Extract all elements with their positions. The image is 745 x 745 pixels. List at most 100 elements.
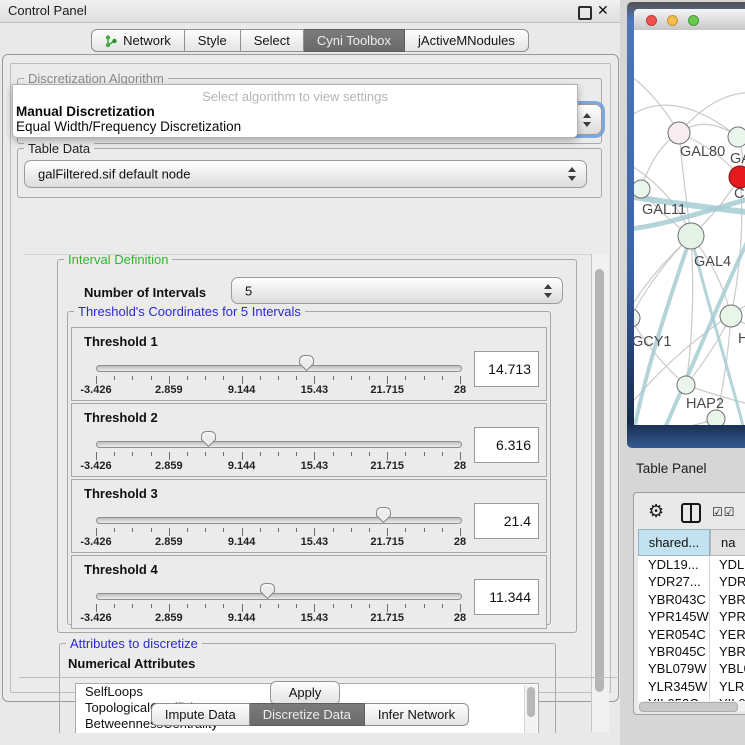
network-window-titlebar (634, 9, 745, 31)
popup-item-manual-discretization[interactable]: Manual Discretization (16, 104, 155, 119)
network-node[interactable] (668, 122, 690, 144)
apply-button[interactable]: Apply (270, 681, 340, 705)
slider-tick (314, 528, 315, 536)
network-node[interactable] (678, 223, 704, 249)
split-columns-icon[interactable] (681, 503, 701, 523)
network-node[interactable] (729, 166, 745, 188)
network-node[interactable] (707, 410, 725, 425)
column-header-name[interactable]: na (710, 529, 745, 556)
slider-tick-label: 9.144 (210, 460, 274, 472)
slider-thumb[interactable] (200, 430, 217, 453)
node-label: GAL4 (694, 254, 731, 270)
threshold-value-field[interactable]: 6.316 (474, 427, 539, 463)
panel-scrollbar-thumb[interactable] (595, 269, 604, 692)
table-row[interactable]: YDL19...YDL1 (638, 556, 745, 573)
node-label: C (734, 186, 744, 202)
slider-tick (169, 528, 170, 536)
network-canvas[interactable]: GAL80GACGAL11GAL4GCY1HHAP2 (634, 30, 745, 425)
table-row[interactable]: YBL079WYBL0 (638, 660, 745, 677)
table-row[interactable]: YLR345WYLR3 (638, 678, 745, 695)
network-node[interactable] (634, 180, 650, 198)
node-label: GAL11 (642, 202, 686, 218)
table-row[interactable]: YBR045CYBR0 (638, 643, 745, 660)
slider-track[interactable] (96, 365, 462, 372)
table-data-combo[interactable]: galFiltered.sif default node (24, 160, 587, 188)
slider-tick (151, 452, 152, 456)
network-node[interactable] (677, 376, 695, 394)
slider-track[interactable] (96, 593, 462, 600)
spinner-arrows-icon (544, 284, 552, 298)
slider-tick (442, 376, 443, 380)
network-edge[interactable] (634, 70, 679, 133)
numerical-attributes-label: Numerical Attributes (68, 656, 195, 671)
table-hscrollbar[interactable] (638, 701, 745, 711)
slider-tick (405, 452, 406, 456)
tab-impute-data[interactable]: Impute Data (151, 703, 250, 726)
checkbox-icons[interactable]: ☑☑ (712, 505, 736, 519)
slider-track[interactable] (96, 517, 462, 524)
tab-discretize-data[interactable]: Discretize Data (250, 703, 365, 726)
threshold-value-field[interactable]: 21.4 (474, 503, 539, 539)
cell-shared-name: YER054C (648, 627, 706, 642)
cell-shared-name: YDR27... (648, 574, 701, 589)
panel-title: Control Panel (8, 3, 87, 18)
minimize-light-icon[interactable] (667, 15, 678, 26)
threshold-value-field[interactable]: 14.713 (474, 351, 539, 387)
thresholds-group-label: Threshold's Coordinates for 5 Intervals (74, 304, 305, 319)
slider-tick (405, 604, 406, 608)
slider-tick (114, 376, 115, 380)
network-node[interactable] (634, 309, 640, 327)
table-row[interactable]: YDR27...YDR2 (638, 573, 745, 590)
slider-thumb[interactable] (298, 354, 315, 377)
table-row[interactable]: YPR145WYPR1 (638, 608, 745, 625)
node-label: GCY1 (634, 334, 672, 350)
float-icon[interactable] (578, 6, 592, 20)
num-intervals-spinner[interactable]: 5 (231, 277, 563, 304)
slider-thumb[interactable] (375, 506, 392, 529)
network-node[interactable] (728, 127, 745, 147)
table-row[interactable]: YER054CYER0 (638, 626, 745, 643)
tab-select[interactable]: Select (241, 29, 304, 52)
slider-tick (296, 452, 297, 456)
tab-infer-network[interactable]: Infer Network (365, 703, 469, 726)
slider-tick-label: 9.144 (210, 536, 274, 548)
close-icon[interactable]: ✕ (597, 2, 609, 19)
slider-tick (260, 452, 261, 456)
slider-tick (387, 452, 388, 460)
gear-icon[interactable]: ⚙ (648, 501, 664, 522)
tab-jactivemnodules[interactable]: jActiveMNodules (405, 29, 529, 52)
tab-network[interactable]: Network (91, 29, 185, 52)
slider-tick (96, 452, 97, 460)
cell-name: YBR0 (719, 592, 745, 607)
slider-tick (387, 528, 388, 536)
network-view-window[interactable]: GAL80GACGAL11GAL4GCY1HHAP2 (627, 2, 745, 448)
network-edge[interactable] (634, 236, 691, 318)
slider-track[interactable] (96, 441, 462, 448)
table-row[interactable]: YBR043CYBR0 (638, 591, 745, 608)
network-node[interactable] (720, 305, 742, 327)
tab-label: Infer Network (378, 704, 455, 725)
table-panel-title: Table Panel (636, 461, 707, 476)
slider-tick (387, 376, 388, 384)
slider-tick-label: 2.859 (137, 536, 201, 548)
column-header-shared-name[interactable]: shared... (638, 529, 710, 556)
table-hscrollbar-thumb[interactable] (639, 702, 738, 712)
popup-item-equal-width-frequency-discretization[interactable]: Equal Width/Frequency Discretization (16, 119, 241, 134)
threshold-value-field[interactable]: 11.344 (474, 579, 539, 615)
network-edge[interactable] (634, 236, 691, 325)
cell-name: YLR3 (719, 679, 745, 694)
slider-thumb[interactable] (259, 582, 276, 605)
slider-tick-label: 21.715 (355, 536, 419, 548)
slider-tick (132, 376, 133, 380)
slider-tick (424, 528, 425, 532)
slider-tick (223, 528, 224, 532)
slider-tick (442, 452, 443, 456)
close-light-icon[interactable] (646, 15, 657, 26)
threshold-1-box: Threshold 1-3.4262.8599.14415.4321.71528… (71, 327, 547, 401)
slider-tick (260, 528, 261, 532)
tab-style[interactable]: Style (185, 29, 241, 52)
tab-cyni-toolbox[interactable]: Cyni Toolbox (304, 29, 405, 52)
threshold-3-box: Threshold 3-3.4262.8599.14415.4321.71528… (71, 479, 547, 553)
panel-scrollbar[interactable] (591, 254, 609, 732)
zoom-light-icon[interactable] (688, 15, 699, 26)
